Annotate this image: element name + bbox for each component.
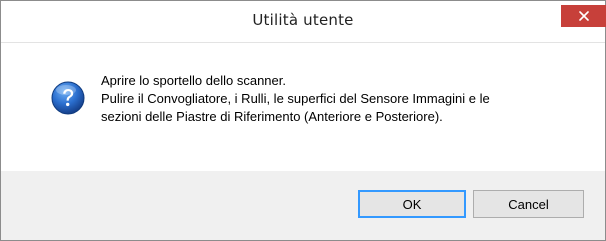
message-dialog: Utilità utente Aprire lo sportello dello…	[0, 0, 606, 241]
ok-button[interactable]: OK	[358, 190, 466, 218]
button-bar: OK Cancel	[1, 171, 605, 240]
cancel-button[interactable]: Cancel	[473, 190, 584, 218]
dialog-content: Aprire lo sportello dello scanner. Pulir…	[1, 43, 605, 171]
close-button[interactable]	[561, 5, 606, 27]
question-icon	[51, 81, 85, 115]
message-line: Aprire lo sportello dello scanner.	[101, 73, 286, 88]
title-bar[interactable]: Utilità utente	[1, 1, 606, 43]
message-line: sezioni delle Piastre di Riferimento (An…	[101, 109, 443, 124]
message-text: Aprire lo sportello dello scanner. Pulir…	[101, 72, 581, 126]
window-title: Utilità utente	[252, 11, 354, 29]
message-line: Pulire il Convogliatore, i Rulli, le sup…	[101, 91, 490, 106]
close-icon	[578, 11, 589, 21]
